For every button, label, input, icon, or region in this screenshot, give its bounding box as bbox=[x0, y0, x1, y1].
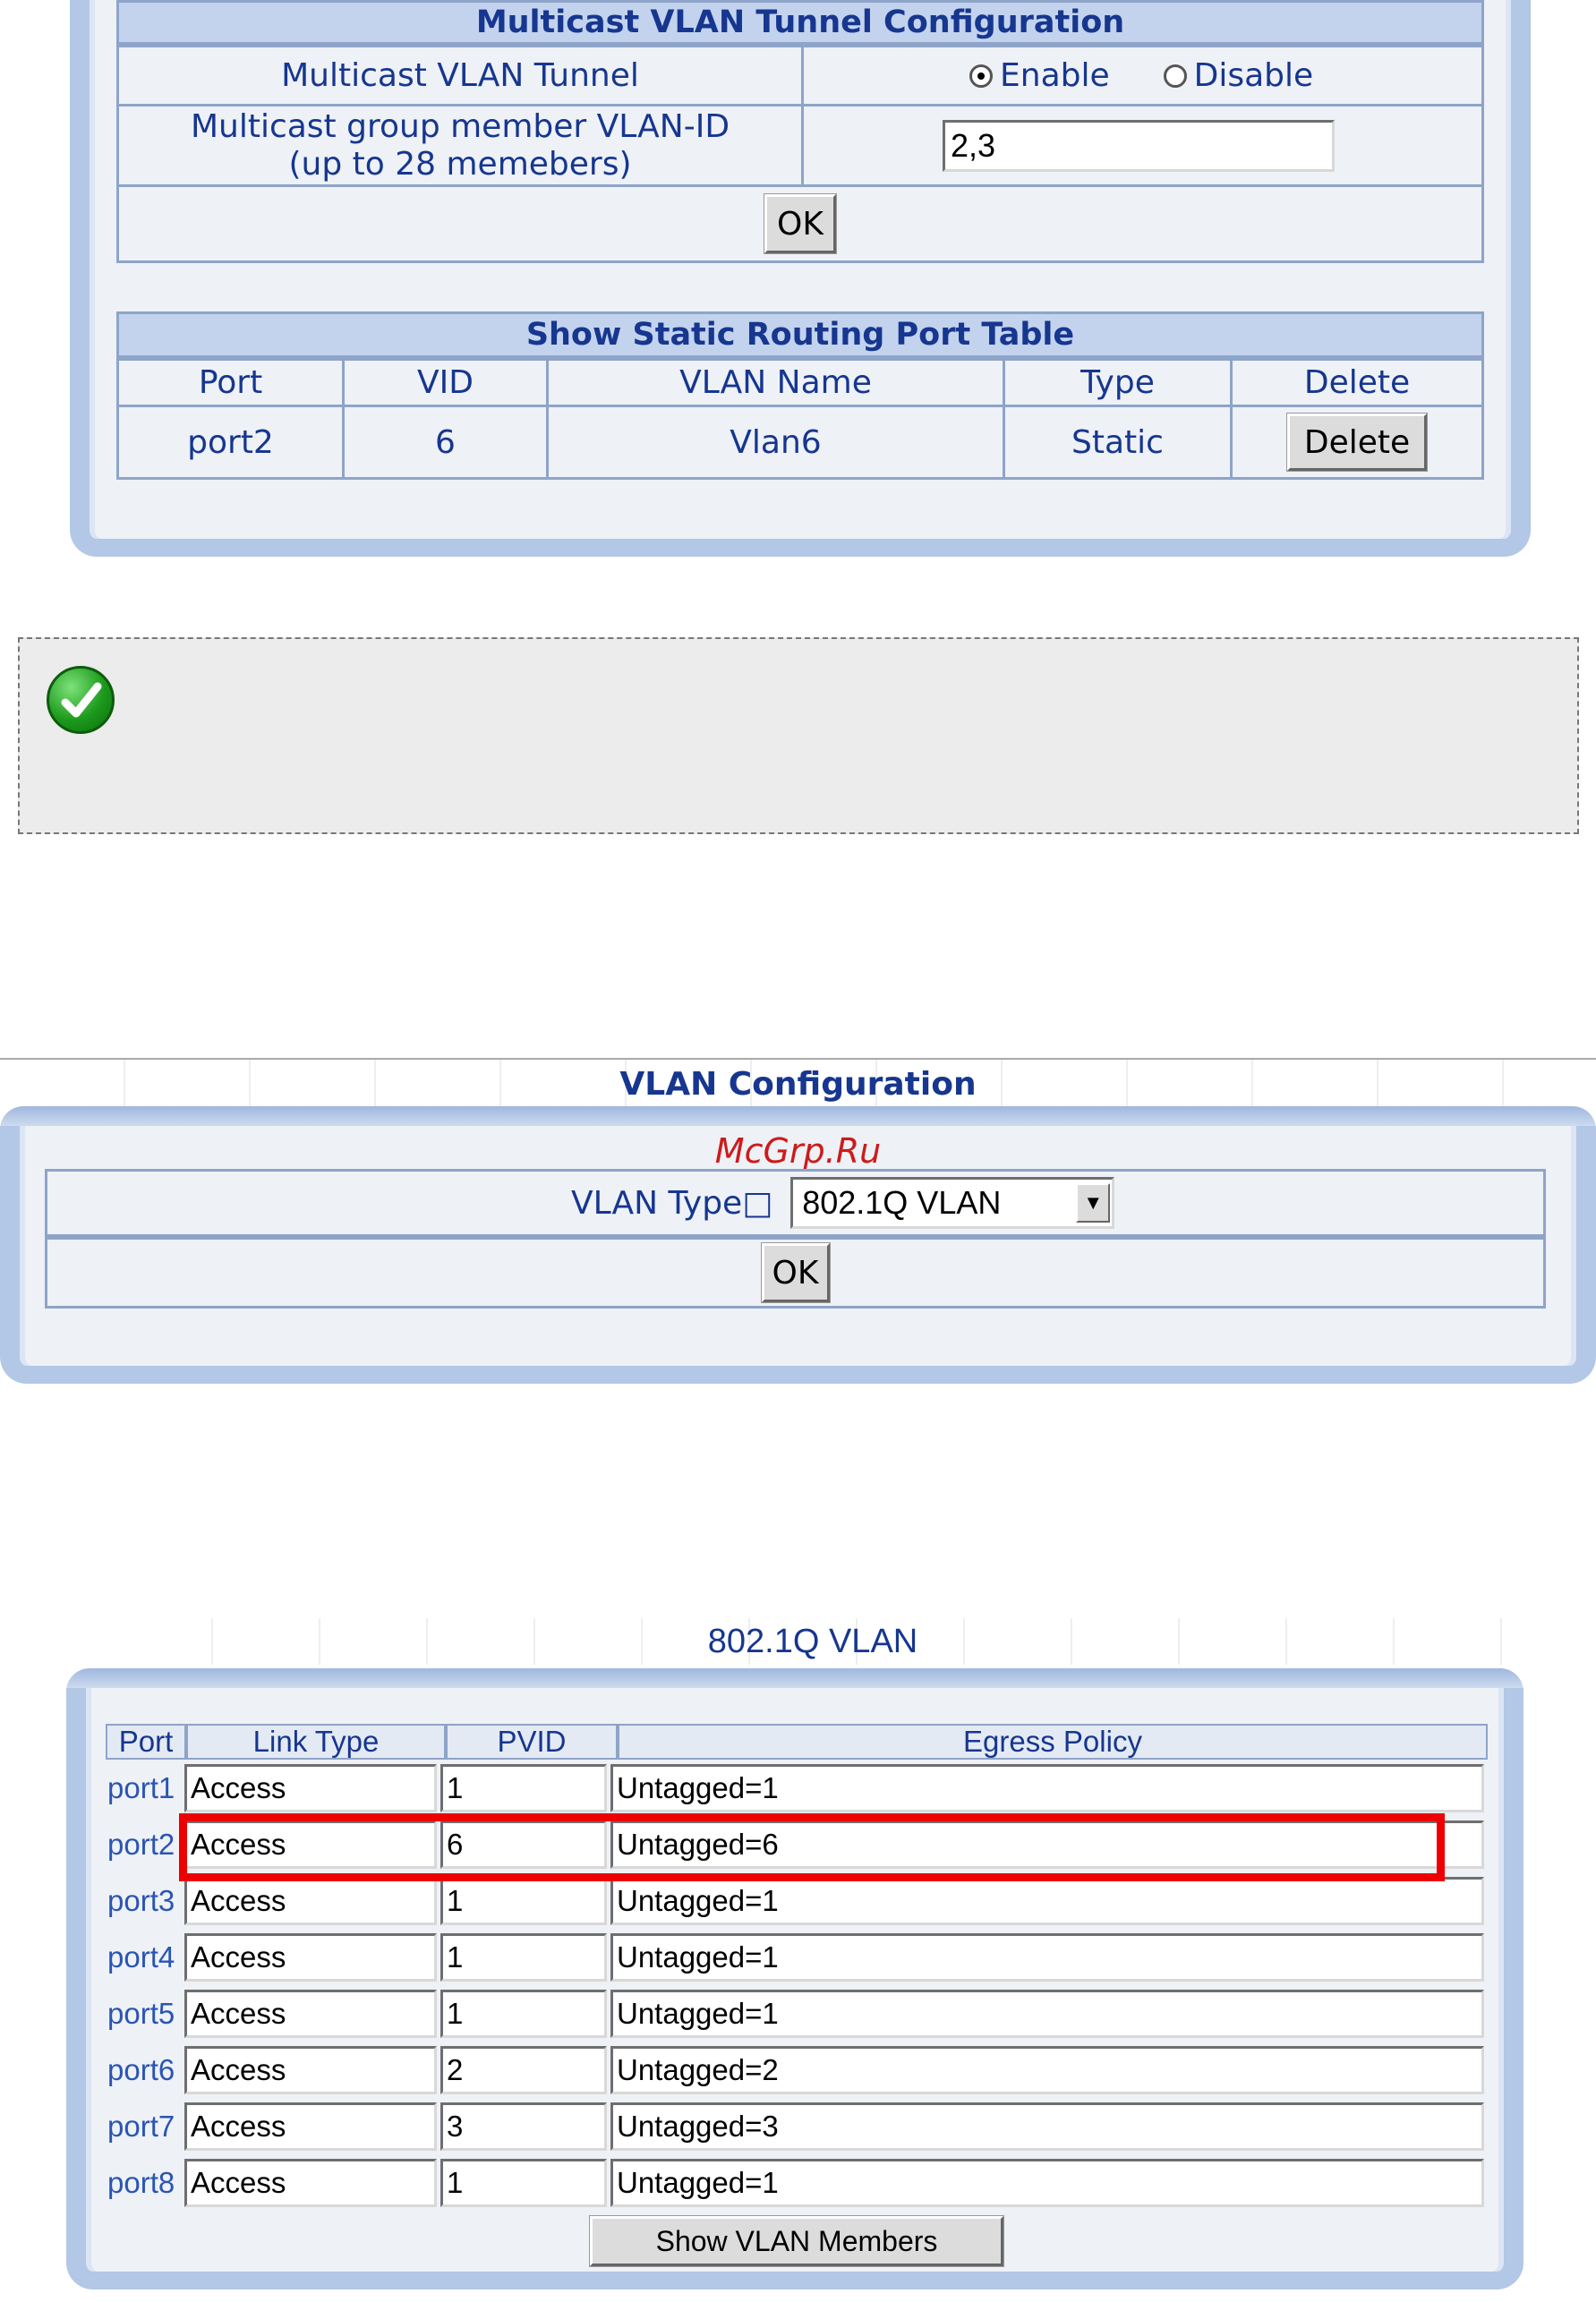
multicast-table: Multicast VLAN Tunnel Enable Disable Mul… bbox=[116, 45, 1484, 263]
pvid-field[interactable]: 3 bbox=[440, 2102, 607, 2151]
member-row: Multicast group member VLAN-ID (up to 28… bbox=[119, 107, 1481, 187]
port-link[interactable]: port7 bbox=[106, 2110, 184, 2144]
egress-policy-field[interactable]: Untagged=1 bbox=[610, 1763, 1484, 1812]
member-label: Multicast group member VLAN-ID (up to 28… bbox=[119, 107, 804, 184]
table-row: port8 Access 1 Untagged=1 bbox=[106, 2154, 1488, 2211]
row-delete-cell: Delete bbox=[1233, 407, 1481, 477]
egress-policy-field[interactable]: Untagged=3 bbox=[610, 2102, 1484, 2151]
vlan-config-title: VLAN Configuration bbox=[0, 1058, 1596, 1108]
highlight-box bbox=[179, 1813, 1445, 1881]
delete-button[interactable]: Delete bbox=[1286, 413, 1428, 472]
notice-box bbox=[18, 637, 1579, 834]
pvid-field[interactable]: 1 bbox=[440, 2158, 607, 2207]
check-icon bbox=[47, 666, 115, 734]
member-value-cell: 2,3 bbox=[804, 107, 1481, 184]
static-routing-title: Show Static Routing Port Table bbox=[116, 311, 1484, 358]
pvid-field[interactable]: 1 bbox=[440, 1989, 607, 2038]
vlan-type-label: VLAN Type□ bbox=[571, 1184, 773, 1222]
egress-policy-field[interactable]: Untagged=2 bbox=[610, 2045, 1484, 2094]
member-label-line2: (up to 28 memebers) bbox=[288, 145, 632, 183]
header-egress-policy: Egress Policy bbox=[618, 1724, 1488, 1760]
vlan-config-ok-button[interactable]: OK bbox=[760, 1242, 831, 1303]
link-type-field[interactable]: Access bbox=[184, 2158, 437, 2207]
table-row: port6 Access 2 Untagged=2 bbox=[106, 2042, 1488, 2098]
multicast-title: Multicast VLAN Tunnel Configuration bbox=[116, 0, 1484, 45]
link-type-field[interactable]: Access bbox=[184, 1932, 437, 1982]
tunnel-label: Multicast VLAN Tunnel bbox=[119, 47, 804, 104]
pvid-field[interactable]: 1 bbox=[440, 1763, 607, 1812]
port-link[interactable]: port4 bbox=[106, 1940, 184, 1974]
static-routing-table: Port VID VLAN Name Type Delete port2 6 V… bbox=[116, 358, 1484, 480]
port-link[interactable]: port3 bbox=[106, 1884, 184, 1918]
tunnel-options: Enable Disable bbox=[804, 47, 1481, 104]
enable-radio-dot[interactable] bbox=[969, 64, 993, 88]
port-link[interactable]: port5 bbox=[106, 1997, 184, 2031]
header-link-type: Link Type bbox=[186, 1724, 446, 1760]
egress-policy-field[interactable]: Untagged=1 bbox=[610, 1989, 1484, 2038]
pvid-field[interactable]: 2 bbox=[440, 2045, 607, 2094]
table-row: port2 6 Vlan6 Static Delete bbox=[119, 407, 1481, 477]
header-vid: VID bbox=[345, 361, 549, 405]
link-type-field[interactable]: Access bbox=[184, 1763, 437, 1812]
disable-radio[interactable]: Disable bbox=[1163, 57, 1314, 94]
table-row: port4 Access 1 Untagged=1 bbox=[106, 1929, 1488, 1985]
static-routing-header-row: Port VID VLAN Name Type Delete bbox=[119, 361, 1481, 407]
table-row: port1 Access 1 Untagged=1 bbox=[106, 1760, 1488, 1816]
table-row: port7 Access 3 Untagged=3 bbox=[106, 2098, 1488, 2154]
dot1q-header-row: Port Link Type PVID Egress Policy bbox=[106, 1724, 1488, 1760]
link-type-field[interactable]: Access bbox=[184, 2045, 437, 2094]
port-link[interactable]: port8 bbox=[106, 2166, 184, 2200]
disable-radio-dot[interactable] bbox=[1163, 64, 1187, 88]
ok-row: OK bbox=[119, 187, 1481, 260]
port-link[interactable]: port6 bbox=[106, 2053, 184, 2087]
pvid-field[interactable]: 1 bbox=[440, 1932, 607, 1982]
header-port: Port bbox=[119, 361, 345, 405]
enable-radio[interactable]: Enable bbox=[969, 57, 1110, 94]
row-port: port2 bbox=[119, 407, 345, 477]
chevron-down-icon[interactable]: ▼ bbox=[1076, 1183, 1111, 1223]
port-link[interactable]: port2 bbox=[106, 1828, 184, 1862]
vlan-type-select[interactable]: 802.1Q VLAN ▼ bbox=[790, 1177, 1115, 1229]
header-port: Port bbox=[106, 1724, 186, 1760]
vlan-config-ok-row: OK bbox=[45, 1237, 1546, 1309]
row-vlan-name: Vlan6 bbox=[549, 407, 1005, 477]
member-label-line1: Multicast group member VLAN-ID bbox=[190, 108, 730, 146]
dot1q-table: Port Link Type PVID Egress Policy port1 … bbox=[106, 1724, 1488, 2267]
dot1q-title: 802.1Q VLAN bbox=[106, 1618, 1520, 1665]
vlan-type-row: VLAN Type□ 802.1Q VLAN ▼ bbox=[45, 1169, 1546, 1237]
show-vlan-members-button[interactable]: Show VLAN Members bbox=[589, 2215, 1004, 2267]
multicast-ok-button[interactable]: OK bbox=[764, 193, 837, 254]
egress-policy-field[interactable]: Untagged=1 bbox=[610, 1932, 1484, 1982]
egress-policy-field[interactable]: Untagged=1 bbox=[610, 1876, 1484, 1925]
disable-label: Disable bbox=[1193, 57, 1314, 94]
link-type-field[interactable]: Access bbox=[184, 2102, 437, 2151]
port-link[interactable]: port1 bbox=[106, 1771, 184, 1805]
header-delete: Delete bbox=[1303, 364, 1411, 401]
header-type: Type bbox=[1005, 361, 1233, 405]
row-vid: 6 bbox=[345, 407, 549, 477]
table-row: port5 Access 1 Untagged=1 bbox=[106, 1985, 1488, 2042]
header-vlan-name: VLAN Name bbox=[549, 361, 1005, 405]
vlan-type-value: 802.1Q VLAN bbox=[802, 1184, 1002, 1221]
enable-label: Enable bbox=[1000, 57, 1110, 94]
watermark-text: McGrp.Ru bbox=[714, 1131, 882, 1171]
link-type-field[interactable]: Access bbox=[184, 1989, 437, 2038]
member-vlan-id-input[interactable]: 2,3 bbox=[943, 119, 1335, 172]
show-members-row: Show VLAN Members bbox=[106, 2215, 1488, 2267]
link-type-field[interactable]: Access bbox=[184, 1876, 437, 1925]
egress-policy-field[interactable]: Untagged=1 bbox=[610, 2158, 1484, 2207]
tunnel-row: Multicast VLAN Tunnel Enable Disable bbox=[119, 47, 1481, 107]
header-pvid: PVID bbox=[446, 1724, 618, 1760]
pvid-field[interactable]: 1 bbox=[440, 1876, 607, 1925]
row-type: Static bbox=[1005, 407, 1233, 477]
